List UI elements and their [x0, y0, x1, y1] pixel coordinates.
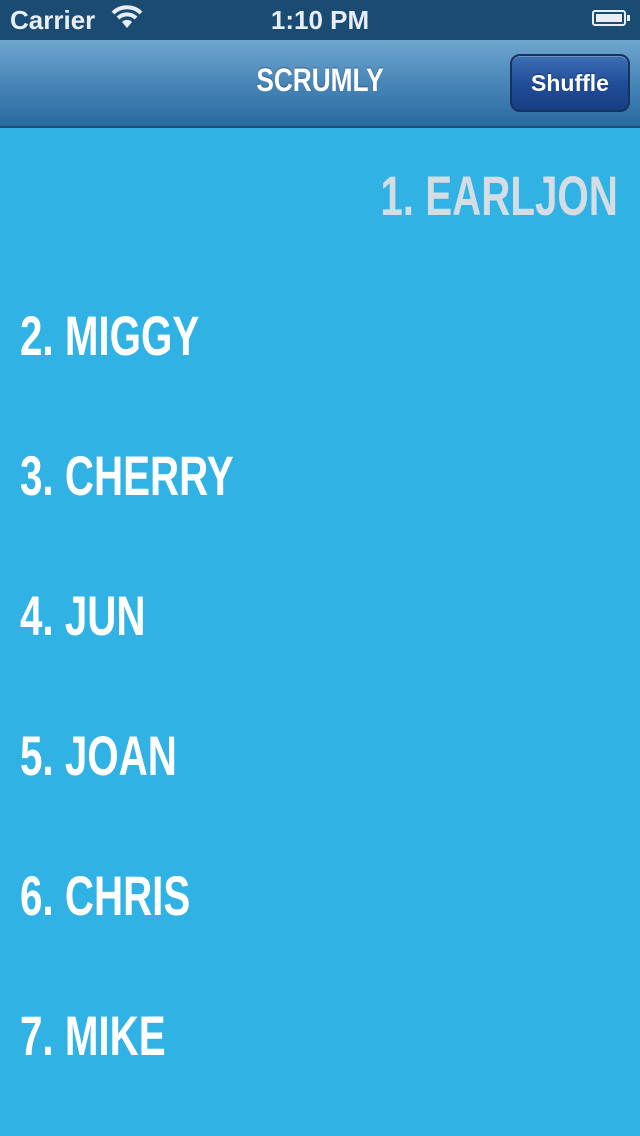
battery-tip — [627, 15, 630, 21]
battery-icon — [592, 10, 626, 26]
list-item[interactable]: 5. JOAN — [20, 716, 177, 796]
list-item[interactable]: 3. CHERRY — [20, 436, 234, 516]
clock: 1:10 PM — [270, 5, 370, 35]
list-item[interactable]: 4. JUN — [20, 576, 145, 656]
navigation-bar: SCRUMLY Shuffle — [0, 40, 640, 128]
list-item[interactable]: 7. MIKE — [20, 996, 166, 1076]
shuffle-button[interactable]: Shuffle — [510, 54, 630, 112]
list-item[interactable]: 2. MIGGY — [20, 296, 199, 376]
status-bar: Carrier 1:10 PM — [0, 0, 640, 40]
member-list: 1. EARLJON 2. MIGGY 3. CHERRY 4. JUN 5. … — [0, 128, 640, 1136]
list-item-active[interactable]: 1. EARLJON — [381, 156, 618, 236]
page-title: SCRUMLY — [256, 62, 384, 98]
list-item[interactable]: 6. CHRIS — [20, 856, 190, 936]
